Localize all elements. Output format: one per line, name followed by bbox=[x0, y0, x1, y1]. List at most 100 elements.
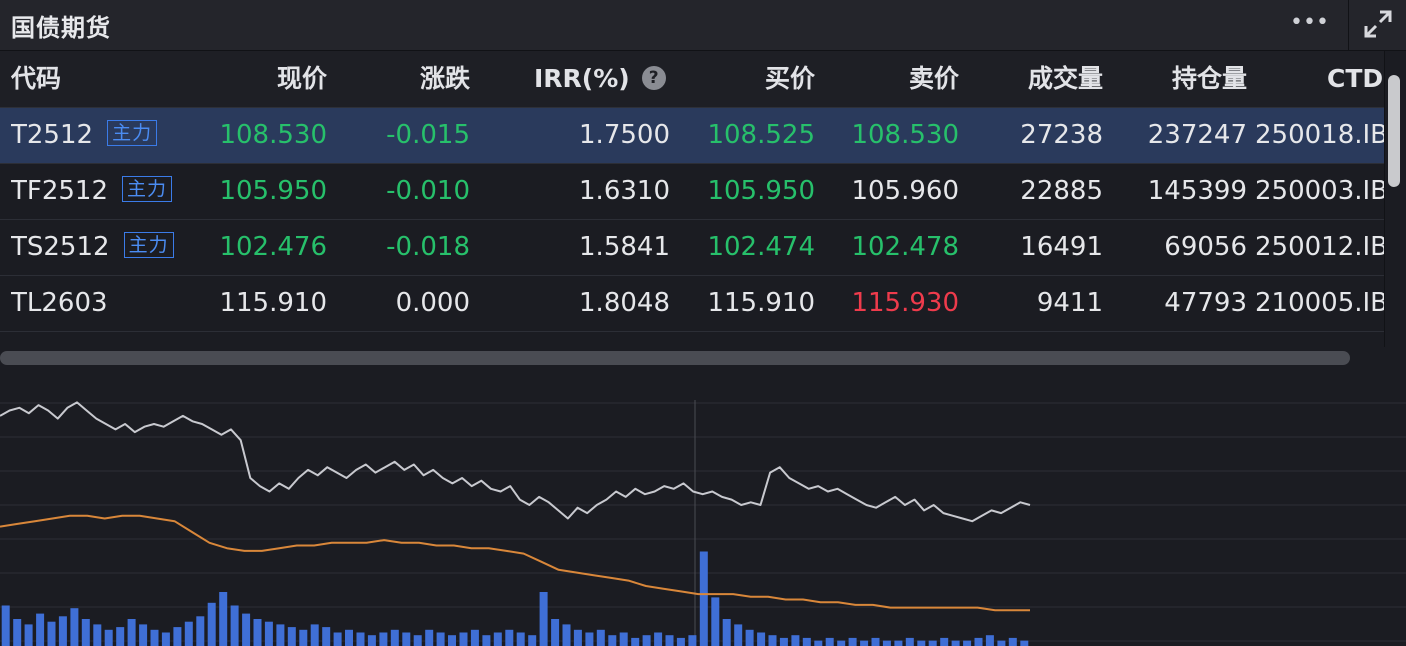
volume-bar bbox=[379, 632, 388, 646]
change-cell: 0.000 bbox=[395, 288, 470, 318]
open-interest-cell: 69056 bbox=[1164, 232, 1247, 262]
price-cell: 102.476 bbox=[219, 232, 327, 262]
volume-bar bbox=[860, 640, 869, 646]
volume-bar bbox=[493, 632, 502, 646]
more-horizontal-icon[interactable]: ••• bbox=[1290, 12, 1329, 34]
volume-bar bbox=[173, 627, 182, 646]
volume-bar bbox=[367, 635, 376, 646]
volume-cell: 22885 bbox=[1020, 176, 1103, 206]
table-row[interactable]: TF2512 主力 105.950 -0.010 1.6310 105.950 1… bbox=[0, 164, 1384, 220]
volume-bar bbox=[104, 629, 113, 646]
irr-cell: 1.5841 bbox=[579, 232, 670, 262]
volume-bar bbox=[13, 619, 22, 646]
expand-icon bbox=[1364, 10, 1392, 38]
column-header-price[interactable]: 现价 bbox=[200, 51, 327, 107]
open-interest-cell: 145399 bbox=[1147, 176, 1247, 206]
volume-bar bbox=[585, 632, 594, 646]
volume-bar bbox=[253, 619, 262, 646]
horizontal-scrollbar-thumb[interactable] bbox=[0, 351, 1350, 365]
volume-bar bbox=[81, 619, 90, 646]
price-series-line bbox=[0, 401, 1031, 523]
volume-bar bbox=[356, 632, 365, 646]
volume-bar bbox=[93, 624, 102, 646]
average-series-line bbox=[0, 514, 1030, 612]
volume-bar bbox=[837, 640, 846, 646]
volume-bar bbox=[814, 640, 823, 646]
column-header-code[interactable]: 代码 bbox=[11, 51, 131, 107]
volume-bar bbox=[791, 635, 800, 646]
open-interest-cell: 237247 bbox=[1147, 120, 1247, 150]
table-body: T2512 主力 108.530 -0.015 1.7500 108.525 10… bbox=[0, 108, 1384, 346]
volume-bar bbox=[802, 637, 811, 646]
contract-code: T2512 bbox=[11, 120, 94, 150]
change-cell: -0.018 bbox=[386, 232, 470, 262]
volume-bar bbox=[505, 629, 514, 646]
volume-bar bbox=[757, 632, 766, 646]
main-contract-badge: 主力 bbox=[122, 176, 173, 202]
column-header-volume[interactable]: 成交量 bbox=[980, 51, 1103, 107]
volume-bar bbox=[345, 629, 353, 646]
ask-cell: 102.478 bbox=[851, 232, 959, 262]
contract-cell: TS2512 主力 bbox=[11, 220, 201, 275]
vertical-scrollbar-thumb[interactable] bbox=[1388, 75, 1400, 187]
volume-bar bbox=[425, 629, 434, 646]
column-header-change[interactable]: 涨跌 bbox=[350, 51, 470, 107]
volume-bar bbox=[722, 619, 731, 646]
volume-bar bbox=[654, 632, 663, 646]
open-interest-cell: 47793 bbox=[1164, 288, 1247, 318]
volume-bar bbox=[665, 635, 674, 646]
volume-bar bbox=[1020, 640, 1029, 646]
ask-cell: 108.530 bbox=[851, 120, 959, 150]
column-header-ctd[interactable]: CTD bbox=[1327, 51, 1384, 107]
column-header-open-interest[interactable]: 持仓量 bbox=[1120, 51, 1247, 107]
table-row[interactable]: TL2603 115.910 0.000 1.8048 115.910 115.… bbox=[0, 276, 1384, 332]
column-header-ask[interactable]: 卖价 bbox=[840, 51, 959, 107]
volume-bar bbox=[516, 632, 525, 646]
irr-cell: 1.6310 bbox=[579, 176, 670, 206]
column-header-irr[interactable]: IRR(%)? bbox=[534, 51, 684, 107]
irr-label: IRR(%) bbox=[534, 64, 630, 93]
bid-cell: 108.525 bbox=[707, 120, 815, 150]
volume-bar bbox=[573, 629, 582, 646]
volume-bar bbox=[482, 635, 491, 646]
volume-bar bbox=[196, 616, 205, 646]
volume-bar bbox=[608, 635, 617, 646]
ask-cell: 115.930 bbox=[851, 288, 959, 318]
volume-cell: 16491 bbox=[1020, 232, 1103, 262]
volume-bar bbox=[116, 627, 125, 646]
volume-bar bbox=[985, 635, 994, 646]
ctd-cell: 210005.IB bbox=[1255, 288, 1384, 318]
main-contract-badge: 主力 bbox=[107, 120, 158, 146]
volume-bar bbox=[940, 637, 949, 646]
volume-bar bbox=[562, 624, 571, 646]
volume-bar bbox=[333, 632, 342, 646]
column-header-bid[interactable]: 买价 bbox=[700, 51, 815, 107]
volume-bar bbox=[745, 629, 754, 646]
volume-bar bbox=[264, 621, 273, 646]
table-row[interactable]: TS2512 主力 102.476 -0.018 1.5841 102.474 1… bbox=[0, 220, 1384, 276]
irr-cell: 1.7500 bbox=[579, 120, 670, 150]
contract-code: TF2512 bbox=[11, 176, 109, 206]
volume-bar bbox=[36, 613, 45, 646]
volume-bar bbox=[139, 624, 148, 646]
volume-bar bbox=[299, 629, 308, 646]
expand-button[interactable] bbox=[1348, 0, 1406, 50]
volume-bar bbox=[551, 619, 560, 646]
contract-cell: TF2512 主力 bbox=[11, 164, 201, 219]
bid-cell: 105.950 bbox=[707, 176, 815, 206]
volume-bar bbox=[150, 629, 159, 646]
volume-bar bbox=[1, 605, 10, 646]
volume-bar bbox=[711, 597, 720, 646]
ctd-cell: 250012.IB bbox=[1255, 232, 1384, 262]
volume-cell: 9411 bbox=[1036, 288, 1103, 318]
ctd-cell: 250018.IB bbox=[1255, 120, 1384, 150]
volume-cell: 27238 bbox=[1020, 120, 1103, 150]
price-cell: 105.950 bbox=[219, 176, 327, 206]
help-icon[interactable]: ? bbox=[641, 66, 666, 90]
volume-bar bbox=[161, 632, 170, 646]
change-cell: -0.015 bbox=[386, 120, 470, 150]
volume-bar bbox=[459, 632, 468, 646]
volume-bar bbox=[539, 592, 548, 646]
volume-bar bbox=[58, 616, 67, 646]
table-row[interactable]: T2512 主力 108.530 -0.015 1.7500 108.525 10… bbox=[0, 108, 1384, 164]
